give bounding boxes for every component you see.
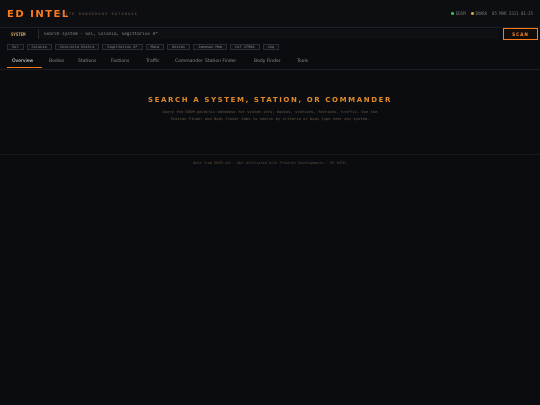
empty-state-title: SEARCH A SYSTEM, STATION, OR COMMANDER — [148, 96, 392, 104]
tab-traffic[interactable]: Traffic — [146, 59, 160, 64]
app-tagline: ELITE DANGEROUS DATABASE — [59, 11, 138, 16]
main-tabs: Overview Bodies Stations Factions Traffi… — [0, 55, 540, 70]
header-status-group: EDSM INARA 05 MAR 3311 01:35 — [451, 11, 533, 16]
tab-overview[interactable]: Overview — [12, 59, 33, 64]
footer-divider — [0, 154, 540, 155]
status-dot-icon — [470, 12, 474, 15]
status-edsm-label: EDSM — [455, 11, 466, 16]
quick-link-deciat[interactable]: Deciat — [167, 44, 191, 50]
status-inara-label: INARA — [475, 11, 488, 16]
tab-stations[interactable]: Stations — [78, 59, 96, 64]
active-tab-indicator — [7, 67, 42, 68]
header-datetime: 05 MAR 3311 01:35 — [492, 11, 533, 16]
empty-state-description: Query the EDSM galactic database for sys… — [162, 109, 378, 121]
page-footer: Data from EDSM.net · Not affiliated with… — [193, 161, 347, 165]
scan-button[interactable]: SCAN — [503, 28, 538, 40]
status-edsm: EDSM — [451, 11, 466, 16]
quick-link-jaq[interactable]: Jaq — [262, 44, 280, 50]
quick-link-shinrarta-dezhra[interactable]: Shinrarta Dezhra — [54, 44, 100, 50]
search-bar: SYSTEM SCAN — [5, 28, 538, 40]
tab-body-finder[interactable]: Body Finder — [254, 59, 281, 64]
tab-tools[interactable]: Tools — [297, 59, 308, 64]
quick-links: Sol Colonia Shinrarta Dezhra Sagittarius… — [7, 44, 280, 50]
status-inara: INARA — [470, 11, 488, 16]
tab-commander[interactable]: Commander — [175, 59, 203, 64]
search-type-label[interactable]: SYSTEM — [11, 32, 25, 37]
quick-link-colonia[interactable]: Colonia — [26, 44, 52, 50]
quick-link-maia[interactable]: Maia — [145, 44, 165, 50]
quick-link-sagittarius-a[interactable]: Sagittarius A* — [102, 44, 143, 50]
quick-link-sol[interactable]: Sol — [7, 44, 24, 50]
tab-factions[interactable]: Factions — [111, 59, 129, 64]
quick-link-cot-3790a[interactable]: CoT 3790A — [230, 44, 260, 50]
tab-bodies[interactable]: Bodies — [49, 59, 64, 64]
tab-station-finder[interactable]: Station Finder — [205, 59, 236, 64]
app-header: ED INTEL ELITE DANGEROUS DATABASE EDSM I… — [0, 0, 540, 28]
status-dot-icon — [451, 12, 455, 15]
system-search-input[interactable] — [38, 29, 498, 39]
quick-link-jameson-mem[interactable]: Jameson Mem — [193, 44, 228, 50]
